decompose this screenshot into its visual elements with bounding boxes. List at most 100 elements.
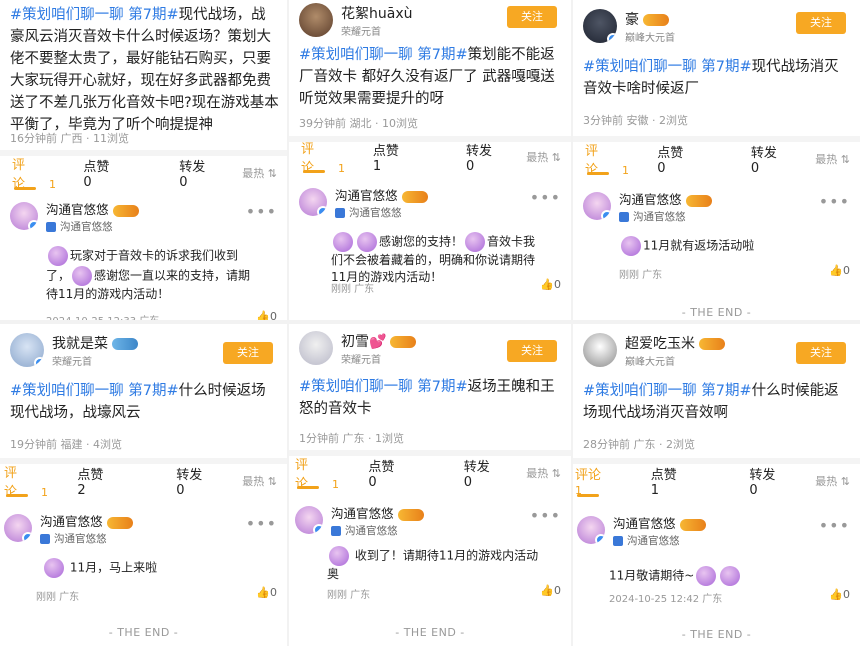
comment-tabs: 评论 1 点赞 2 转发 0 最热 ⇅ (0, 464, 287, 500)
tab-like[interactable]: 点赞0 (368, 456, 439, 490)
commenter-name[interactable]: 沟通官悠悠 (40, 514, 103, 529)
level-badge (401, 190, 428, 203)
comment-tabs: 评论 1 点赞0 转发0 最热 ⇅ (289, 456, 571, 492)
more-icon[interactable]: ••• (819, 192, 850, 211)
comment-item: 沟通官悠悠 沟通官悠悠 ••• 11月敬请期待~ 2024-10-25 12:4… (577, 516, 850, 606)
commenter-name[interactable]: 沟通官悠悠 (331, 506, 394, 521)
post-header: 超爱吃玉米 巅峰大元首 关注 (573, 330, 860, 370)
tab-repost[interactable]: 转发0 (464, 456, 535, 490)
commenter-name[interactable]: 沟通官悠悠 (335, 188, 398, 203)
post-card-2: 花絮huāxù 荣耀元首 关注 #策划咱们聊一聊 第7期#策划能不能返厂音效卡 … (289, 0, 571, 320)
tab-repost[interactable]: 转发0 (466, 140, 535, 174)
topic-tag[interactable]: #策划咱们聊一聊 第7期# (299, 379, 468, 395)
more-icon[interactable]: ••• (246, 514, 277, 533)
post-body: #策划咱们聊一聊 第7期#现代战场，战豪风云消灭音效卡什么时候返场？策划大佬不要… (10, 7, 279, 133)
commenter-tag: 沟通官悠悠 (60, 221, 113, 233)
post-meta: 39分钟前 湖北 · 10浏览 (299, 117, 418, 130)
topic-tag[interactable]: #策划咱们聊一聊 第7期# (10, 7, 179, 23)
topic-tag[interactable]: #策划咱们聊一聊 第7期# (583, 383, 752, 399)
user-name[interactable]: 豪 (625, 12, 639, 28)
tab-like[interactable]: 点赞 2 (77, 464, 152, 498)
follow-button[interactable]: 关注 (796, 342, 846, 364)
verified-icon (619, 212, 629, 222)
sort-toggle[interactable]: 最热 ⇅ (242, 473, 277, 489)
comment-text: 收到了！请期待11月的游戏内活动奥 (327, 546, 542, 583)
follow-button[interactable]: 关注 (507, 6, 557, 28)
level-badge (106, 516, 133, 529)
avatar[interactable] (583, 9, 617, 43)
user-name[interactable]: 花絮huāxù (341, 6, 412, 22)
tab-like[interactable]: 点赞1 (373, 140, 442, 174)
comment-like[interactable]: 👍0 (256, 310, 277, 320)
comment-like[interactable]: 👍0 (540, 278, 561, 291)
sticker-icon (465, 232, 486, 252)
sort-toggle[interactable]: 最热 ⇅ (526, 465, 561, 481)
sort-toggle[interactable]: 最热 ⇅ (815, 151, 850, 167)
avatar[interactable] (299, 331, 333, 365)
post-card-4: 我就是菜 荣耀元首 关注 #策划咱们聊一聊 第7期#什么时候返场现代战场，战壕风… (0, 324, 287, 646)
thumb-icon: 👍 (829, 588, 843, 601)
comment-tabs: 评论1 点赞1 转发0 最热 ⇅ (289, 140, 571, 176)
comment-item: 沟通官悠悠 沟通官悠悠 ••• 感谢您的支持！ 音效卡我们不会被着藏着的，明确和你… (299, 188, 561, 298)
follow-button[interactable]: 关注 (223, 342, 273, 364)
more-icon[interactable]: ••• (530, 188, 561, 207)
tab-like[interactable]: 点赞1 (651, 464, 726, 498)
avatar[interactable] (577, 516, 605, 544)
comment-time: 刚刚 广东 (36, 592, 80, 603)
more-icon[interactable]: ••• (246, 202, 277, 221)
comment-like[interactable]: 👍0 (256, 586, 277, 599)
post-meta: 28分钟前 广东 · 2浏览 (583, 438, 695, 451)
commenter-name[interactable]: 沟通官悠悠 (619, 192, 682, 207)
commenter-name[interactable]: 沟通官悠悠 (613, 516, 676, 531)
topic-tag[interactable]: #策划咱们聊一聊 第7期# (10, 383, 179, 399)
tab-like[interactable]: 点赞0 (657, 142, 727, 176)
tab-repost[interactable]: 转发 0 (751, 142, 824, 176)
avatar[interactable] (4, 514, 32, 542)
tab-comment[interactable]: 评论1 (575, 464, 627, 498)
comment-tabs: 评论 1 点赞0 转发 0 最热 ⇅ (573, 142, 860, 178)
tab-indicator (577, 494, 599, 497)
avatar[interactable] (10, 333, 44, 367)
avatar[interactable] (583, 192, 611, 220)
level-badge (112, 204, 139, 217)
avatar[interactable] (10, 202, 38, 230)
thumb-icon: 👍 (829, 264, 843, 277)
user-name[interactable]: 超爱吃玉米 (625, 336, 695, 352)
tab-repost[interactable]: 转发 0 (179, 156, 251, 190)
follow-button[interactable]: 关注 (796, 12, 846, 34)
verified-icon (40, 534, 50, 544)
end-marker: - THE END - (681, 306, 752, 319)
comment-text: 玩家对于音效卡的诉求我们收到了， 感谢您一直以来的支持，请期待11月的游戏内活动！ (46, 246, 261, 303)
comment-like[interactable]: 👍0 (540, 584, 561, 597)
user-name[interactable]: 我就是菜 (52, 336, 108, 352)
tab-like[interactable]: 点赞 0 (83, 156, 155, 190)
sort-toggle[interactable]: 最热 ⇅ (526, 149, 561, 165)
sort-toggle[interactable]: 最热 ⇅ (242, 165, 277, 181)
commenter-tag: 沟通官悠悠 (349, 207, 402, 219)
tab-indicator (587, 172, 609, 175)
thumb-icon: 👍 (540, 278, 554, 291)
tab-repost[interactable]: 转发0 (749, 464, 824, 498)
more-icon[interactable]: ••• (530, 506, 561, 525)
comment-time: 刚刚 广东 (327, 590, 371, 601)
follow-button[interactable]: 关注 (507, 340, 557, 362)
comment-item: 沟通官悠悠 沟通官悠悠 ••• 11月，马上来啦 刚刚 广东 👍0 (4, 514, 277, 604)
avatar[interactable] (295, 506, 323, 534)
commenter-name[interactable]: 沟通官悠悠 (46, 202, 109, 217)
avatar[interactable] (299, 188, 327, 216)
tab-repost[interactable]: 转发 0 (176, 464, 251, 498)
post-card-1: #策划咱们聊一聊 第7期#现代战场，战豪风云消灭音效卡什么时候返场？策划大佬不要… (0, 0, 287, 320)
topic-tag[interactable]: #策划咱们聊一聊 第7期# (299, 47, 468, 63)
avatar[interactable] (299, 3, 333, 37)
sort-toggle[interactable]: 最热 ⇅ (815, 473, 850, 489)
user-name[interactable]: 初雪💕 (341, 334, 386, 350)
end-marker: - THE END - (108, 626, 179, 639)
tab-indicator (14, 187, 36, 190)
comment-item: 沟通官悠悠 沟通官悠悠 ••• 玩家对于音效卡的诉求我们收到了， 感谢您一直以来的… (10, 202, 277, 320)
comment-like[interactable]: 👍0 (829, 264, 850, 277)
more-icon[interactable]: ••• (819, 516, 850, 535)
user-title: 荣耀元首 (52, 356, 92, 368)
comment-like[interactable]: 👍0 (829, 588, 850, 601)
topic-tag[interactable]: #策划咱们聊一聊 第7期# (583, 59, 752, 75)
avatar[interactable] (583, 333, 617, 367)
